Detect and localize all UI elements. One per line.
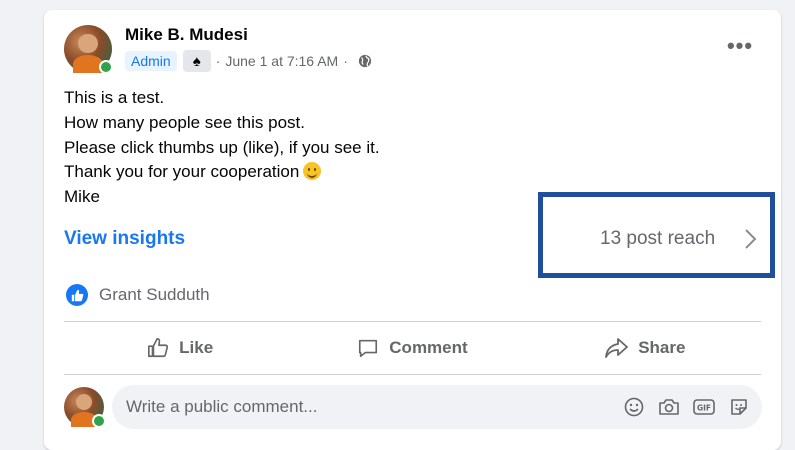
reactions-summary[interactable]: Grant Sudduth	[66, 284, 210, 306]
post-line: Mike	[64, 187, 100, 207]
online-status-icon	[92, 414, 106, 428]
meta-separator-2: ·	[343, 53, 348, 69]
post-line: This is a test.	[64, 88, 165, 107]
admin-badge[interactable]: Admin	[125, 51, 177, 71]
post-body: This is a test. How many people see this…	[64, 86, 380, 210]
globe-icon[interactable]	[358, 54, 372, 68]
meta-separator: ·	[215, 53, 221, 69]
share-button[interactable]: Share	[529, 322, 761, 374]
share-label: Share	[638, 338, 686, 357]
avatar-face	[78, 33, 98, 53]
post-line-with-emoji: Thank you for your cooperation	[64, 160, 380, 185]
post-timestamp[interactable]: June 1 at 7:16 AM	[225, 53, 338, 69]
post-action-bar: Like Comment Share	[64, 322, 761, 374]
online-status-icon	[99, 60, 113, 74]
camera-icon[interactable]	[657, 395, 681, 419]
emoji-icon[interactable]	[622, 395, 646, 419]
post-meta: Admin ♠ · June 1 at 7:16 AM ·	[125, 50, 372, 72]
divider	[64, 374, 761, 375]
post-line: How many people see this post.	[64, 112, 305, 132]
chevron-right-icon[interactable]	[740, 227, 760, 256]
thumbs-up-icon	[148, 338, 169, 358]
comment-button[interactable]: Comment	[296, 322, 528, 374]
author-name[interactable]: Mike B. Mudesi	[125, 25, 248, 45]
like-reaction-icon	[66, 284, 88, 306]
avatar-face	[76, 394, 92, 411]
comment-tools: GIF	[622, 395, 762, 419]
post-line: Thank you for your cooperation	[64, 162, 300, 182]
like-label: Like	[179, 338, 214, 357]
smile-emoji-icon	[303, 162, 322, 181]
comment-icon	[359, 339, 378, 358]
svg-text:GIF: GIF	[697, 404, 711, 413]
gif-icon[interactable]: GIF	[692, 395, 716, 419]
sticker-icon[interactable]	[727, 395, 751, 419]
spade-badge-icon[interactable]: ♠	[182, 50, 211, 72]
reactor-names[interactable]: Grant Sudduth	[99, 285, 210, 305]
post-line: Please click thumbs up (like), if you se…	[64, 137, 380, 157]
post-reach-link[interactable]: 13 post reach	[600, 228, 715, 250]
view-insights-link[interactable]: View insights	[64, 228, 185, 250]
post-options-button[interactable]: •••	[722, 32, 758, 60]
comment-label: Comment	[389, 338, 468, 357]
like-button[interactable]: Like	[64, 322, 296, 374]
share-icon	[605, 338, 629, 358]
